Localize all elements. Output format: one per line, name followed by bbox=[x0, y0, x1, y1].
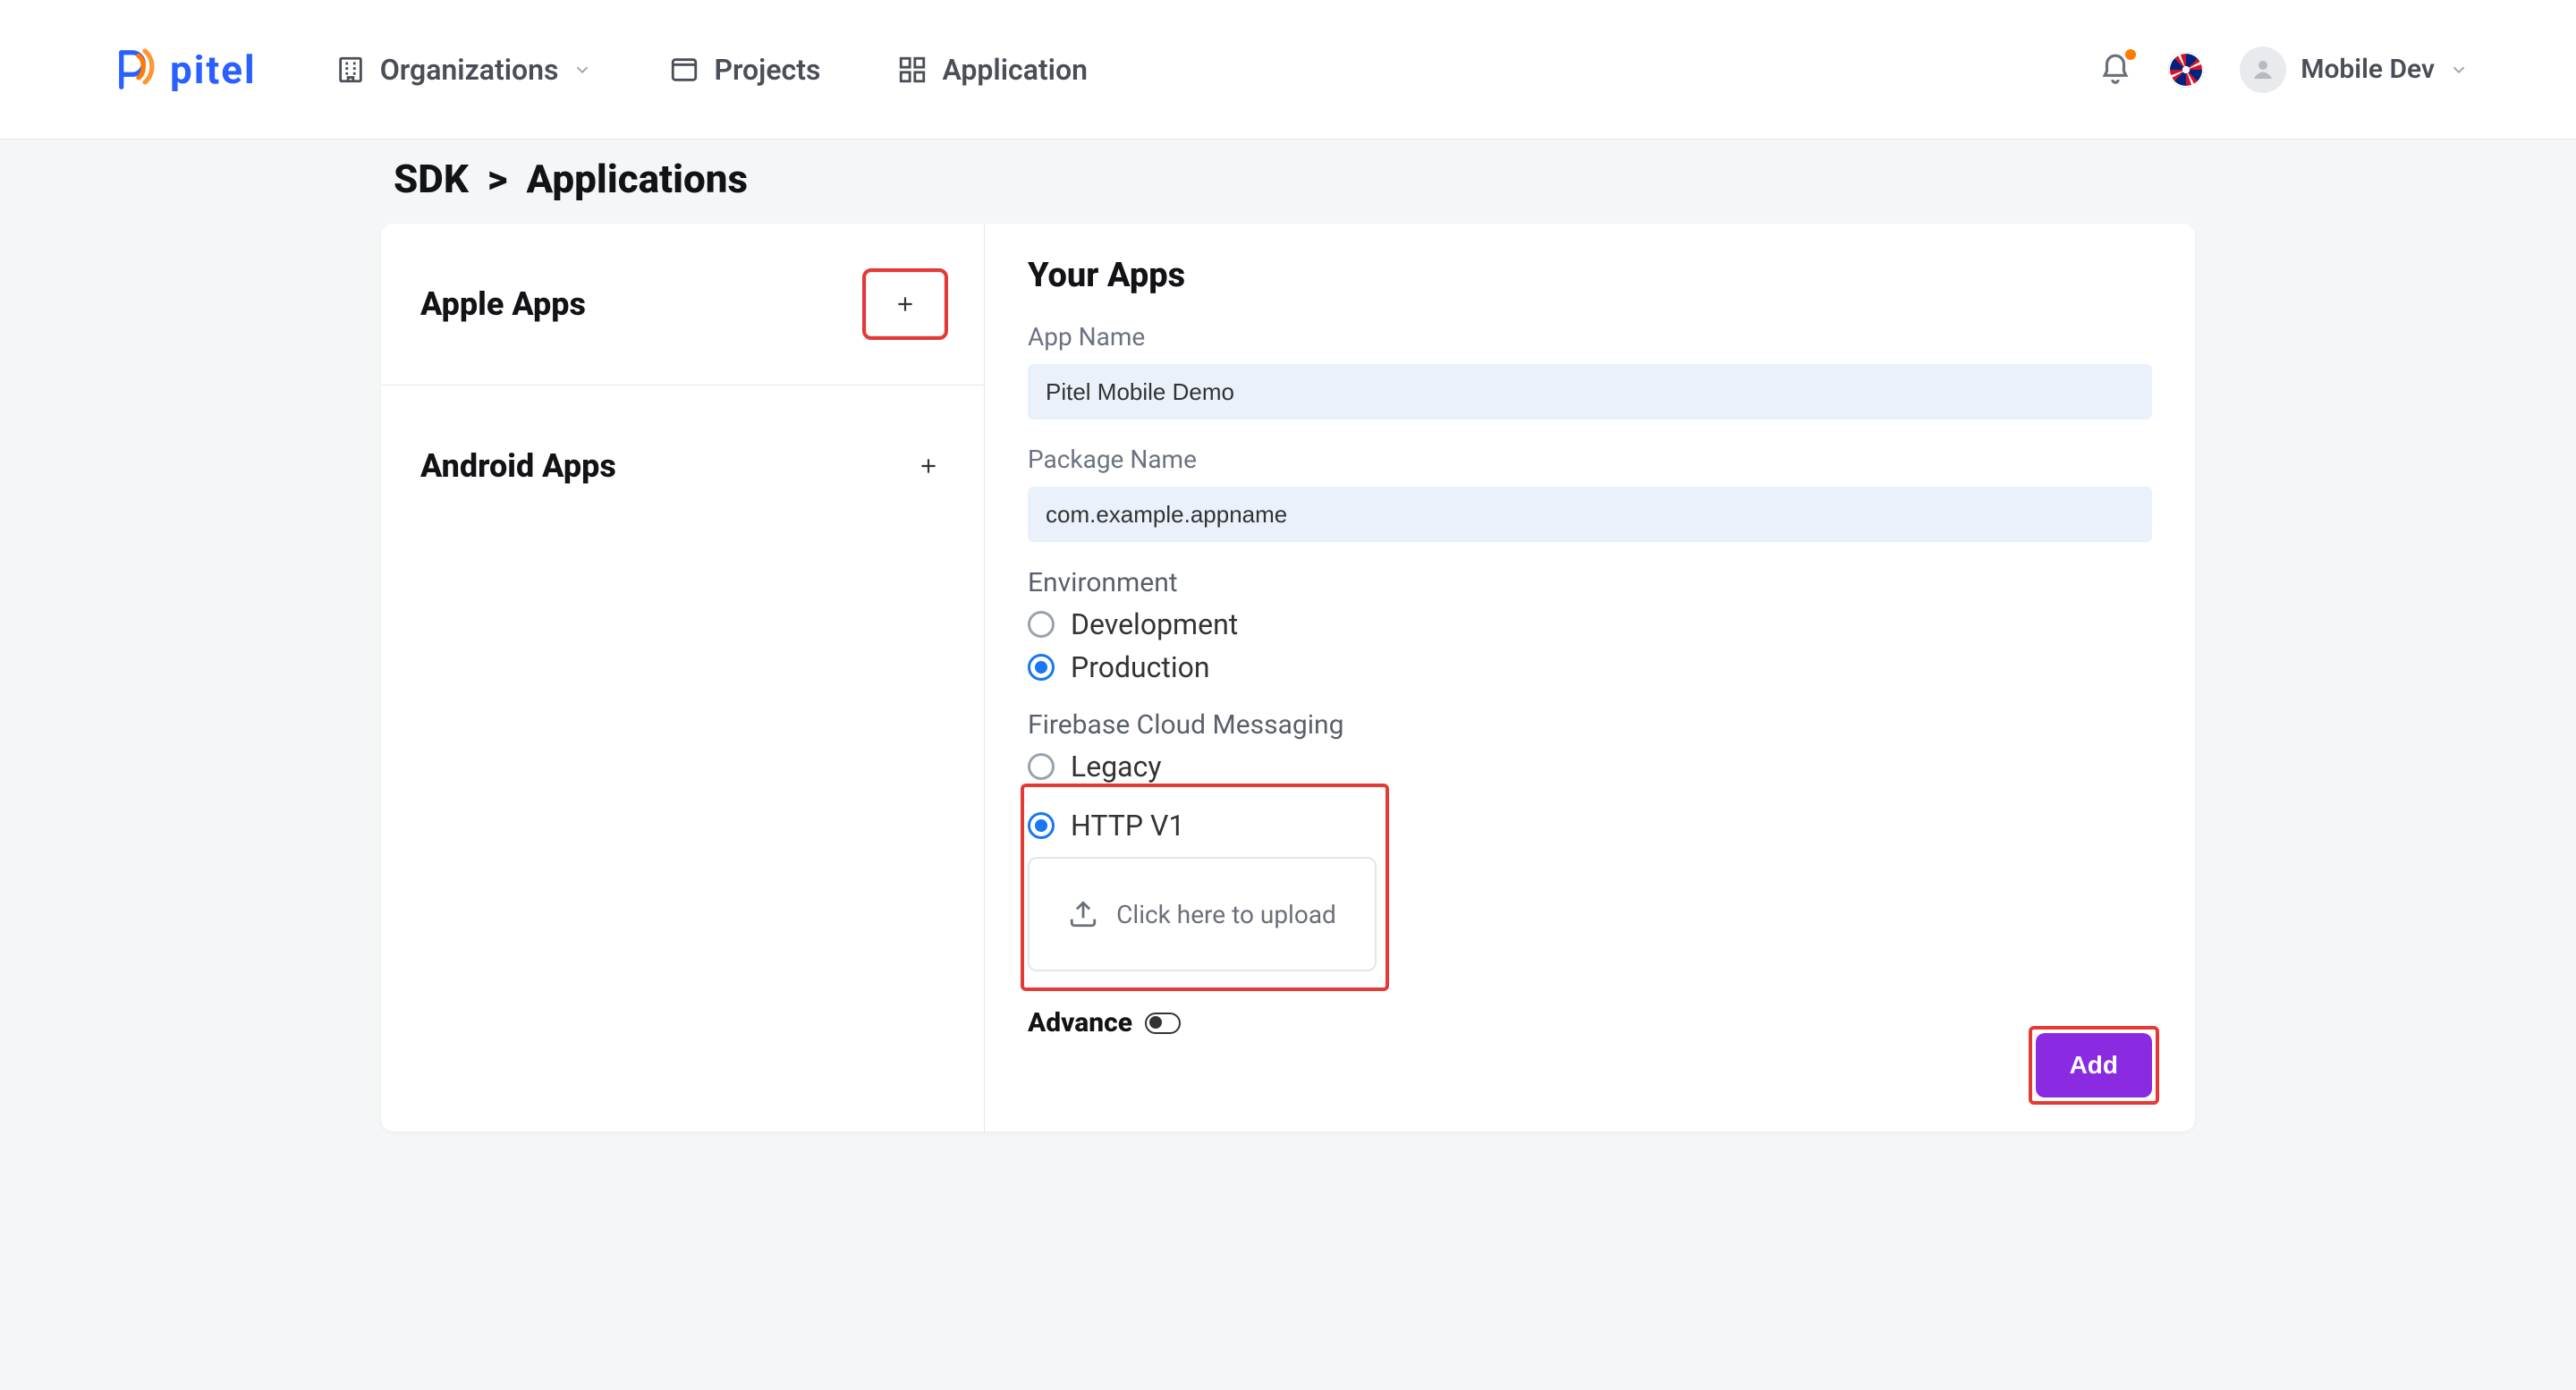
advance-label: Advance bbox=[1028, 1007, 1132, 1038]
field-app-name: App Name bbox=[1028, 322, 2152, 420]
chevron-down-icon bbox=[2449, 60, 2469, 80]
advance-toggle[interactable] bbox=[1145, 1013, 1181, 1034]
top-nav: Organizations Projects Application bbox=[335, 53, 1088, 87]
applications-card: Apple Apps Android Apps Your Apps App Na… bbox=[381, 224, 2195, 1131]
field-package-name: Package Name bbox=[1028, 445, 2152, 542]
avatar-icon bbox=[2240, 47, 2286, 93]
brand-name: pitel bbox=[170, 47, 257, 93]
add-button-label: Add bbox=[2070, 1051, 2118, 1079]
environment-label: Environment bbox=[1028, 567, 2152, 598]
form-title: Your Apps bbox=[1028, 256, 2152, 295]
platforms-sidebar: Apple Apps Android Apps bbox=[381, 224, 985, 1131]
app-form: Your Apps App Name Package Name Environm… bbox=[985, 224, 2195, 1131]
radio-selected-icon bbox=[1028, 654, 1055, 681]
person-icon bbox=[2250, 56, 2276, 83]
chevron-down-icon bbox=[572, 60, 592, 80]
app-name-label: App Name bbox=[1028, 322, 2152, 352]
language-flag-uk-icon[interactable] bbox=[2168, 52, 2204, 88]
env-production-label: Production bbox=[1071, 650, 1210, 684]
add-android-app-button[interactable] bbox=[912, 450, 945, 482]
apple-apps-row: Apple Apps bbox=[381, 224, 984, 385]
fcm-httpv1-label: HTTP V1 bbox=[1071, 809, 1184, 843]
brand-logo-icon bbox=[107, 45, 157, 95]
window-icon bbox=[669, 55, 699, 85]
fcm-httpv1-option[interactable]: HTTP V1 bbox=[1028, 809, 1377, 843]
upload-button[interactable]: Click here to upload bbox=[1028, 857, 1377, 971]
add-apple-app-button[interactable] bbox=[866, 272, 945, 336]
app-name-input[interactable] bbox=[1028, 364, 2152, 420]
brand[interactable]: pitel bbox=[107, 45, 257, 95]
nav-projects-label: Projects bbox=[714, 53, 820, 87]
env-production-option[interactable]: Production bbox=[1028, 650, 2152, 684]
field-environment: Environment Development Production bbox=[1028, 567, 2152, 684]
breadcrumb: SDK > Applications bbox=[394, 156, 2576, 202]
add-button[interactable]: Add bbox=[2036, 1033, 2152, 1098]
building-icon bbox=[335, 55, 366, 85]
env-development-option[interactable]: Development bbox=[1028, 607, 2152, 641]
grid-icon bbox=[897, 55, 928, 85]
radio-selected-icon bbox=[1028, 812, 1055, 839]
advance-toggle-row: Advance bbox=[1028, 1007, 2152, 1038]
radio-icon bbox=[1028, 753, 1055, 780]
nav-application[interactable]: Application bbox=[897, 53, 1088, 87]
apple-apps-title: Apple Apps bbox=[420, 285, 586, 323]
fcm-label: Firebase Cloud Messaging bbox=[1028, 709, 2152, 741]
plus-icon bbox=[894, 292, 917, 316]
header-right: Mobile Dev bbox=[2098, 47, 2469, 93]
fcm-legacy-label: Legacy bbox=[1071, 750, 1161, 784]
fcm-legacy-option[interactable]: Legacy bbox=[1028, 750, 2152, 784]
app-header: pitel Organizations Projects Application… bbox=[0, 0, 2576, 140]
upload-label: Click here to upload bbox=[1116, 900, 1336, 929]
breadcrumb-separator: > bbox=[479, 156, 517, 202]
nav-projects[interactable]: Projects bbox=[669, 53, 820, 87]
add-button-highlight: Add bbox=[2029, 1026, 2159, 1105]
notifications-button[interactable] bbox=[2098, 53, 2132, 87]
fcm-httpv1-highlight: HTTP V1 Click here to upload bbox=[1028, 792, 1382, 982]
radio-icon bbox=[1028, 611, 1055, 638]
notification-dot bbox=[2125, 49, 2136, 60]
page: SDK > Applications Apple Apps Android Ap… bbox=[0, 140, 2576, 1131]
breadcrumb-root[interactable]: SDK bbox=[394, 156, 469, 202]
env-development-label: Development bbox=[1071, 607, 1238, 641]
package-name-input[interactable] bbox=[1028, 487, 2152, 542]
user-display-name: Mobile Dev bbox=[2301, 54, 2435, 85]
form-footer-actions: Add bbox=[2029, 1026, 2159, 1105]
android-apps-title: Android Apps bbox=[420, 447, 616, 485]
plus-icon bbox=[917, 454, 940, 478]
nav-organizations[interactable]: Organizations bbox=[335, 53, 593, 87]
android-apps-row: Android Apps bbox=[381, 385, 984, 546]
nav-application-label: Application bbox=[942, 53, 1088, 87]
upload-icon bbox=[1068, 899, 1098, 929]
breadcrumb-current: Applications bbox=[527, 156, 749, 202]
field-fcm: Firebase Cloud Messaging Legacy HTTP V1 … bbox=[1028, 709, 2152, 982]
nav-organizations-label: Organizations bbox=[380, 53, 559, 87]
package-name-label: Package Name bbox=[1028, 445, 2152, 474]
user-menu[interactable]: Mobile Dev bbox=[2240, 47, 2469, 93]
